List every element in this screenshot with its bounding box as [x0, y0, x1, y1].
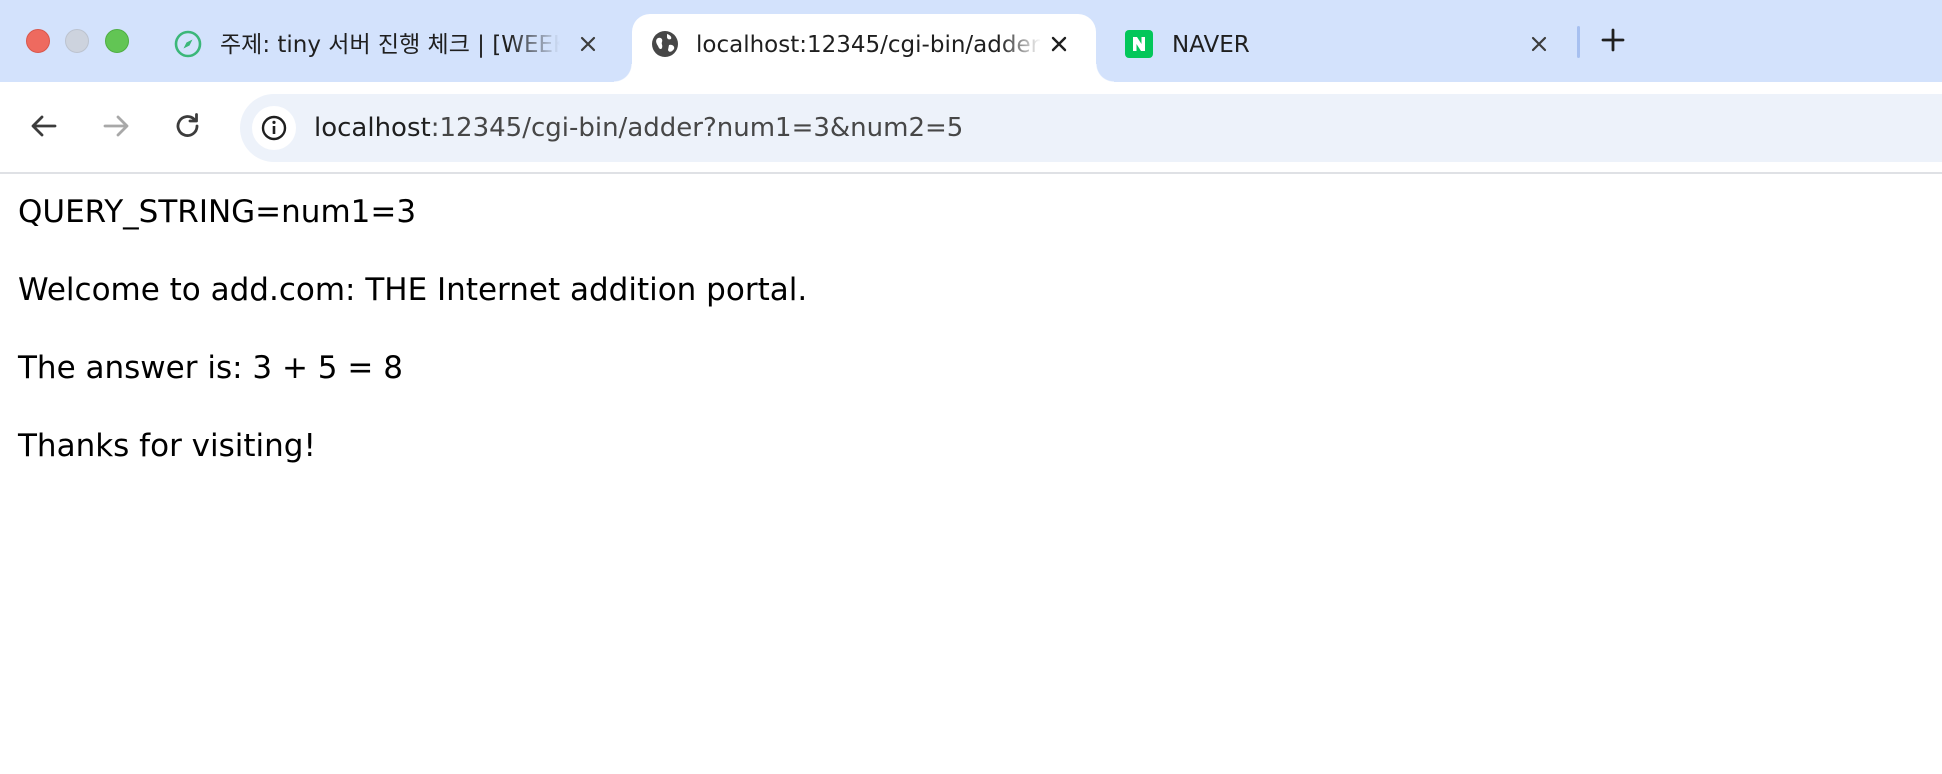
query-string-text: QUERY_STRING=num1=3 [18, 194, 417, 230]
minimize-window-button[interactable] [65, 29, 89, 53]
forward-button[interactable] [96, 106, 136, 146]
tab-title: NAVER [1172, 32, 1250, 58]
globe-icon [650, 29, 680, 59]
url-host: localhost [314, 113, 431, 143]
url-text[interactable]: localhost:12345/cgi-bin/adder?num1=3&num… [314, 111, 963, 145]
tab-naver[interactable]: NAVER [1110, 14, 1550, 82]
maximize-window-button[interactable] [105, 29, 129, 53]
tab-localhost-adder[interactable]: localhost:12345/cgi-bin/adder [614, 14, 1114, 82]
thanks-text: Thanks for visiting! [18, 428, 316, 464]
compass-icon [173, 29, 203, 59]
url-path: :12345/cgi-bin/adder?num1=3&num2=5 [430, 113, 964, 143]
plus-icon [1601, 28, 1625, 52]
new-tab-button[interactable] [1597, 24, 1629, 56]
close-tab-icon[interactable] [1525, 30, 1553, 58]
welcome-text: Welcome to add.com: THE Internet additio… [18, 272, 808, 308]
navigation-toolbar: localhost:12345/cgi-bin/adder?num1=3&num… [0, 82, 1942, 174]
back-button[interactable] [24, 106, 64, 146]
naver-n-icon [1124, 29, 1154, 59]
page-content: QUERY_STRING=num1=3 Welcome to add.com: … [0, 174, 1942, 774]
address-bar[interactable]: localhost:12345/cgi-bin/adder?num1=3&num… [240, 94, 1942, 162]
browser-window: 주제: tiny 서버 진행 체크 | [WEEK localhost:1234… [0, 0, 1942, 774]
tab-title: 주제: tiny 서버 진행 체크 | [WEEK [220, 32, 560, 58]
close-tab-icon[interactable] [574, 30, 602, 58]
tab-strip: 주제: tiny 서버 진행 체크 | [WEEK localhost:1234… [0, 0, 1942, 82]
answer-text: The answer is: 3 + 5 = 8 [18, 350, 403, 386]
site-info-button[interactable] [252, 106, 296, 150]
arrow-right-icon [103, 115, 129, 137]
close-window-button[interactable] [26, 29, 50, 53]
close-tab-icon[interactable] [1045, 30, 1073, 58]
tab-divider [1577, 26, 1580, 58]
arrow-left-icon [31, 115, 57, 137]
tab-week-topic[interactable]: 주제: tiny 서버 진행 체크 | [WEEK [158, 14, 628, 82]
reload-icon [176, 113, 199, 137]
reload-button[interactable] [168, 106, 208, 146]
info-icon [261, 115, 287, 141]
tab-title: localhost:12345/cgi-bin/adder [696, 32, 1041, 58]
